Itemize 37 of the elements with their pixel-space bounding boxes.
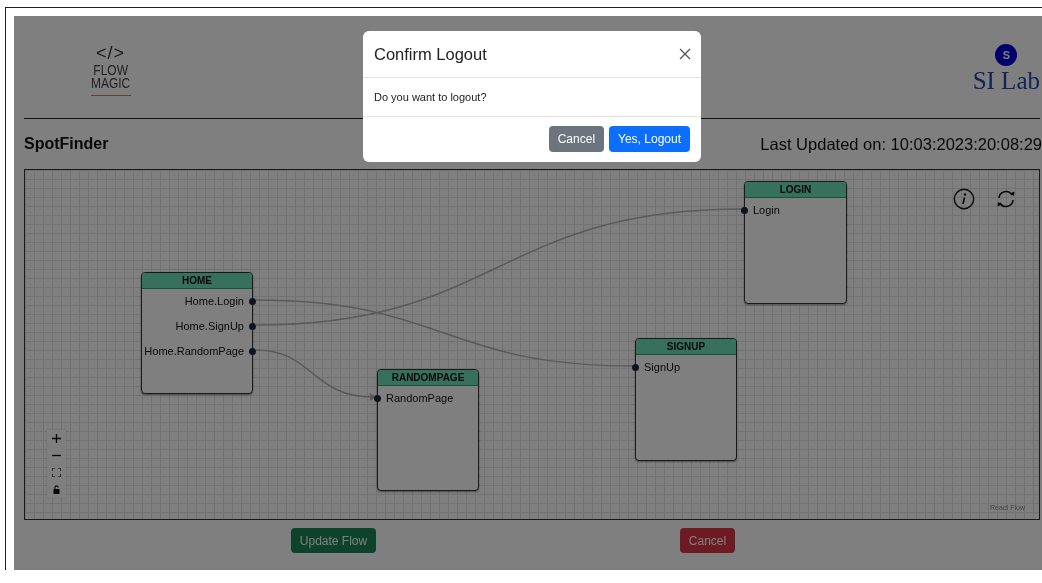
connection-handle[interactable] xyxy=(249,298,256,305)
cancel-button[interactable]: Cancel xyxy=(679,528,736,553)
connection-handle[interactable] xyxy=(632,364,639,371)
port-label: Home.RandomPage xyxy=(144,344,244,358)
port-label: Login xyxy=(753,203,780,217)
confirm-button[interactable]: Yes, Logout xyxy=(609,126,690,152)
port-label: Home.Login xyxy=(184,294,244,308)
port-label: Home.SignUp xyxy=(175,319,244,333)
node-title: LOGIN xyxy=(745,182,846,198)
user-avatar[interactable]: S xyxy=(995,43,1018,66)
refresh-icon[interactable] xyxy=(995,188,1017,210)
connection-handle[interactable] xyxy=(374,395,381,402)
connection-handle[interactable] xyxy=(741,207,748,214)
dialog-message: Do you want to logout? xyxy=(374,91,487,103)
node-card[interactable]: HOME Home.Login Home.SignUp Home.RandomPage xyxy=(141,272,253,394)
node-title: SIGNUP xyxy=(636,339,736,355)
port-label: SignUp xyxy=(644,360,681,374)
node-card[interactable]: SIGNUP SignUp xyxy=(635,338,737,461)
node-card[interactable]: LOGIN Login xyxy=(744,181,847,304)
node-card[interactable]: RANDOMPAGE RandomPage xyxy=(377,369,479,491)
lock-icon[interactable] xyxy=(52,485,61,494)
close-icon[interactable] xyxy=(679,48,691,60)
update-flow-button[interactable]: Update Flow xyxy=(290,528,377,553)
last-updated: Last Updated on: 10:03:2023:20:08:29 xyxy=(760,134,1042,154)
connection-handle[interactable] xyxy=(249,323,256,330)
lab-name: SI Lab xyxy=(972,66,1040,95)
connection-handle[interactable] xyxy=(249,348,256,355)
dialog-title: Confirm Logout xyxy=(374,44,487,64)
fit-view-icon[interactable] xyxy=(52,468,61,477)
port-label: RandomPage xyxy=(386,391,454,405)
info-icon[interactable] xyxy=(953,188,975,210)
zoom-in-icon[interactable] xyxy=(52,434,61,443)
node-title: RANDOMPAGE xyxy=(378,370,478,386)
app-logo: </> FLOW MAGIC xyxy=(86,38,136,96)
project-name: SpotFinder xyxy=(24,135,109,153)
node-title: HOME xyxy=(142,273,252,289)
cancel-button[interactable]: Cancel xyxy=(548,126,605,152)
